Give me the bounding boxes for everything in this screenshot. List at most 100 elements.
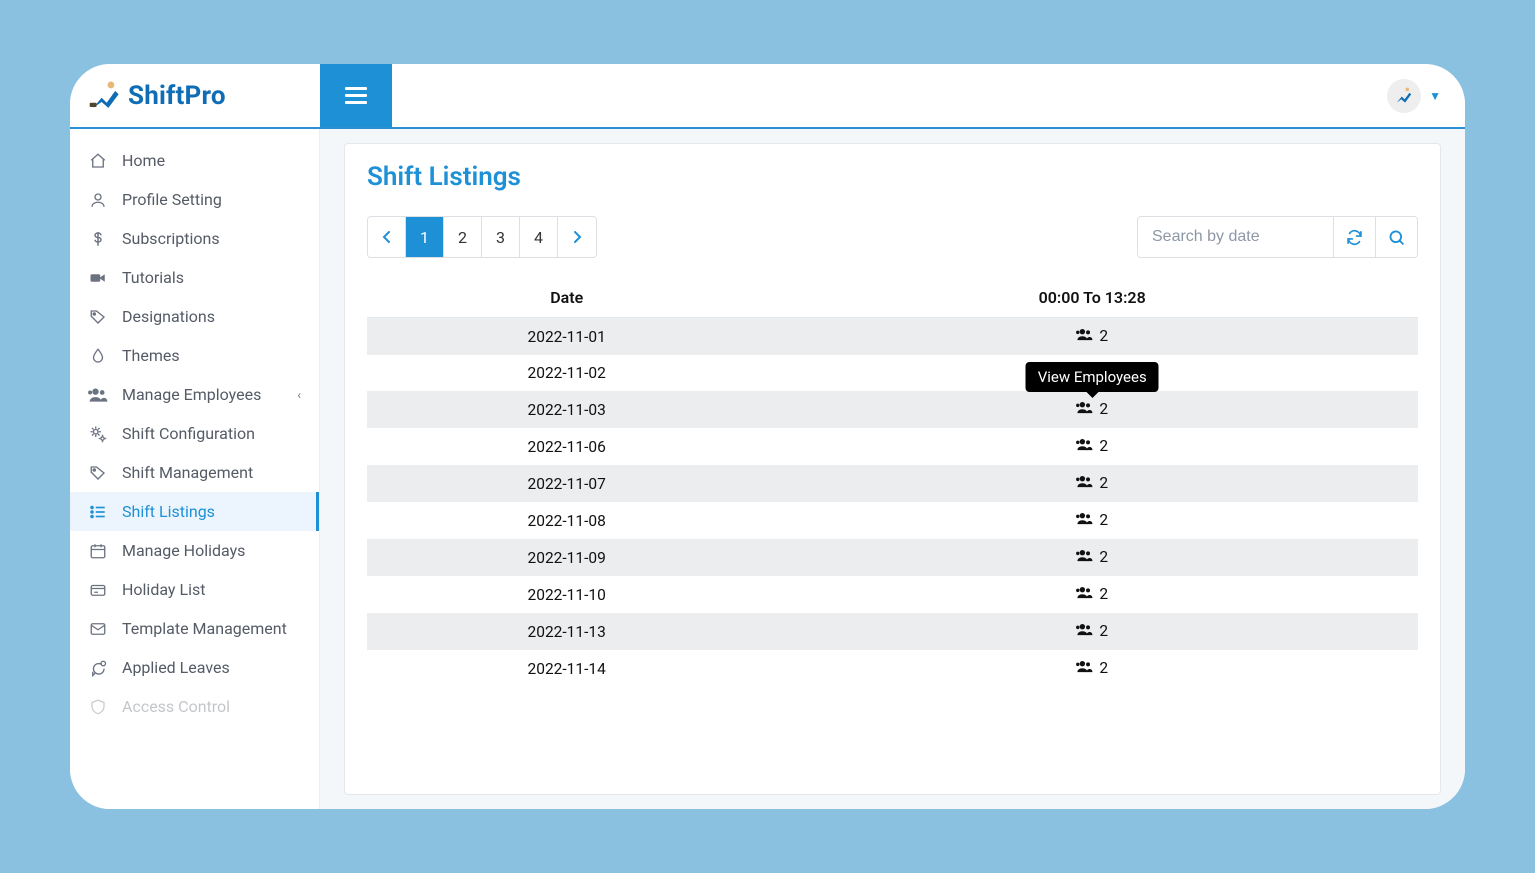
table-row: 2022-11-09 2 (367, 539, 1418, 576)
table-row: 2022-11-072 (367, 465, 1418, 502)
table-header-shift: 00:00 To 13:28 (766, 278, 1418, 318)
sidebar-item-label: Home (122, 151, 165, 170)
employee-count[interactable]: 2 (1076, 659, 1108, 677)
cell-date: 2022-11-02 (367, 355, 766, 391)
dollar-icon (88, 230, 108, 248)
users-icon (88, 386, 108, 404)
pagination-next[interactable] (558, 217, 596, 257)
sidebar-item-shift-management[interactable]: Shift Management (70, 453, 319, 492)
sidebar-item-tutorials[interactable]: Tutorials (70, 258, 319, 297)
sidebar-item-subscriptions[interactable]: Subscriptions (70, 219, 319, 258)
employee-count[interactable]: 2 (1076, 474, 1108, 492)
employee-count[interactable]: 2 (1076, 511, 1108, 529)
sidebar: Home Profile Setting Subscriptions Tutorial… (70, 129, 320, 809)
app-window: ShiftPro ▼ Home Profile Setting Subscripti… (70, 64, 1465, 809)
employee-count[interactable]: 2 (1076, 437, 1108, 455)
employee-count-number: 2 (1099, 400, 1108, 418)
cell-date: 2022-11-10 (367, 576, 766, 613)
mail-icon (88, 620, 108, 638)
table-header-date: Date (367, 278, 766, 318)
home-icon (88, 152, 108, 170)
employee-count[interactable]: 2View Employees (1076, 400, 1108, 418)
sidebar-item-profile-setting[interactable]: Profile Setting (70, 180, 319, 219)
pagination-page-1[interactable]: 1 (406, 217, 444, 257)
users-icon (1076, 548, 1093, 566)
logo-icon (88, 79, 122, 113)
table-row: 2022-11-10 2 (367, 576, 1418, 613)
list-icon (88, 503, 108, 521)
employee-count[interactable]: 2 (1076, 548, 1108, 566)
cell-date: 2022-11-14 (367, 650, 766, 687)
sidebar-item-themes[interactable]: Themes (70, 336, 319, 375)
sidebar-item-label: Shift Configuration (122, 424, 255, 443)
cell-shift: 2 (766, 576, 1418, 613)
employee-count-number: 2 (1099, 437, 1108, 455)
cogs-icon (88, 425, 108, 443)
employee-count[interactable]: 2 (1076, 327, 1108, 345)
topbar-right: ▼ (392, 64, 1465, 127)
tooltip-view-employees: View Employees (1026, 362, 1159, 392)
cell-shift: 2 (766, 428, 1418, 465)
sidebar-item-label: Template Management (122, 619, 287, 638)
employee-count-number: 2 (1099, 474, 1108, 492)
search-icon (1388, 229, 1405, 246)
logo-text: ShiftPro (128, 81, 226, 111)
user-menu-caret-icon[interactable]: ▼ (1429, 89, 1441, 103)
pagination-top: 1234 (367, 216, 597, 258)
pagination-page-4[interactable]: 4 (520, 217, 558, 257)
chat-icon (88, 659, 108, 677)
cell-shift: 2 (766, 502, 1418, 539)
cell-date: 2022-11-13 (367, 613, 766, 650)
avatar-icon (1393, 85, 1415, 107)
sidebar-item-applied-leaves[interactable]: Applied Leaves (70, 648, 319, 687)
calendar-icon (88, 542, 108, 560)
sidebar-item-label: Manage Employees (122, 385, 261, 404)
sidebar-item-manage-holidays[interactable]: Manage Holidays (70, 531, 319, 570)
users-icon (1076, 585, 1093, 603)
topbar: ShiftPro ▼ (70, 64, 1465, 129)
cell-shift: 2 (766, 613, 1418, 650)
shield-icon (88, 698, 108, 716)
sidebar-item-label: Shift Listings (122, 502, 215, 521)
cell-shift: 2View Employees (766, 391, 1418, 428)
chevron-left-icon: ‹ (297, 388, 301, 402)
sidebar-item-label: Subscriptions (122, 229, 220, 248)
employee-count-number: 2 (1099, 548, 1108, 566)
search-input[interactable] (1138, 217, 1333, 257)
video-icon (88, 269, 108, 287)
pagination-page-2[interactable]: 2 (444, 217, 482, 257)
search-group (1137, 216, 1418, 258)
controls-row: 1234 (367, 216, 1418, 258)
employee-count[interactable]: 2 (1076, 585, 1108, 603)
card-icon (88, 581, 108, 599)
sidebar-item-home[interactable]: Home (70, 141, 319, 180)
logo[interactable]: ShiftPro (70, 64, 320, 127)
cell-shift: 2 (766, 650, 1418, 687)
pagination-page-3[interactable]: 3 (482, 217, 520, 257)
sidebar-item-manage-employees[interactable]: Manage Employees ‹ (70, 375, 319, 414)
cell-date: 2022-11-09 (367, 539, 766, 576)
employee-count-number: 2 (1099, 327, 1108, 345)
sidebar-item-access-control[interactable]: Access Control (70, 687, 319, 726)
hamburger-button[interactable] (320, 64, 392, 127)
sidebar-item-label: Applied Leaves (122, 658, 230, 677)
cell-shift: 2 (766, 465, 1418, 502)
refresh-icon (1346, 229, 1363, 246)
user-avatar[interactable] (1387, 79, 1421, 113)
table-row: 2022-11-08 2 (367, 502, 1418, 539)
sidebar-item-label: Profile Setting (122, 190, 222, 209)
refresh-button[interactable] (1333, 217, 1375, 257)
sidebar-item-shift-listings[interactable]: Shift Listings (70, 492, 319, 531)
sidebar-item-template-management[interactable]: Template Management (70, 609, 319, 648)
search-button[interactable] (1375, 217, 1417, 257)
users-icon (1076, 622, 1093, 640)
pagination-prev[interactable] (368, 217, 406, 257)
sidebar-item-designations[interactable]: Designations (70, 297, 319, 336)
users-icon (1076, 437, 1093, 455)
main-content: Shift Listings 1234 (320, 129, 1465, 809)
sidebar-item-holiday-list[interactable]: Holiday List (70, 570, 319, 609)
employee-count[interactable]: 2 (1076, 622, 1108, 640)
table-row: 2022-11-062 (367, 428, 1418, 465)
sidebar-item-shift-configuration[interactable]: Shift Configuration (70, 414, 319, 453)
cell-date: 2022-11-08 (367, 502, 766, 539)
